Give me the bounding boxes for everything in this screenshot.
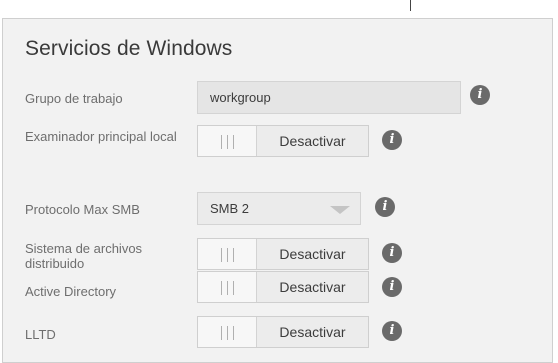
lltd-label: LLTD — [25, 327, 56, 342]
section-title: Servicios de Windows — [25, 37, 233, 60]
active-directory-toggle[interactable]: Desactivar — [197, 271, 369, 303]
workgroup-info-icon[interactable]: i — [470, 85, 490, 105]
dfs-info-icon[interactable]: i — [382, 243, 402, 263]
toggle-knob[interactable] — [198, 239, 257, 269]
toggle-state-label: Desactivar — [279, 279, 346, 295]
active-directory-label: Active Directory — [25, 284, 117, 299]
active-directory-info-icon[interactable]: i — [382, 277, 402, 297]
lltd-toggle[interactable]: Desactivar — [197, 316, 369, 348]
top-bar-divider — [410, 0, 411, 11]
dfs-toggle[interactable]: Desactivar — [197, 238, 369, 270]
top-bar — [0, 0, 558, 12]
toggle-knob[interactable] — [198, 317, 257, 347]
toggle-state-label: Desactivar — [279, 324, 346, 340]
local-master-browser-toggle[interactable]: Desactivar — [197, 125, 369, 157]
chevron-down-icon[interactable] — [330, 206, 350, 214]
max-smb-protocol-info-icon[interactable]: i — [375, 197, 395, 217]
local-master-browser-info-icon[interactable]: i — [382, 130, 402, 150]
toggle-state-label: Desactivar — [279, 133, 346, 149]
max-smb-protocol-select[interactable]: SMB 2 — [197, 192, 361, 225]
max-smb-protocol-value: SMB 2 — [210, 201, 250, 216]
toggle-knob[interactable] — [198, 126, 257, 156]
workgroup-input[interactable]: workgroup — [197, 81, 461, 114]
local-master-browser-label: Examinador principal local — [25, 129, 177, 144]
lltd-info-icon[interactable]: i — [382, 321, 402, 341]
workgroup-label: Grupo de trabajo — [25, 91, 123, 106]
windows-services-panel: Servicios de Windows Grupo de trabajo wo… — [2, 18, 553, 363]
toggle-knob[interactable] — [198, 272, 257, 302]
toggle-state-label: Desactivar — [279, 246, 346, 262]
dfs-label: Sistema de archivos distribuido — [25, 241, 143, 271]
max-smb-protocol-label: Protocolo Max SMB — [25, 202, 140, 217]
